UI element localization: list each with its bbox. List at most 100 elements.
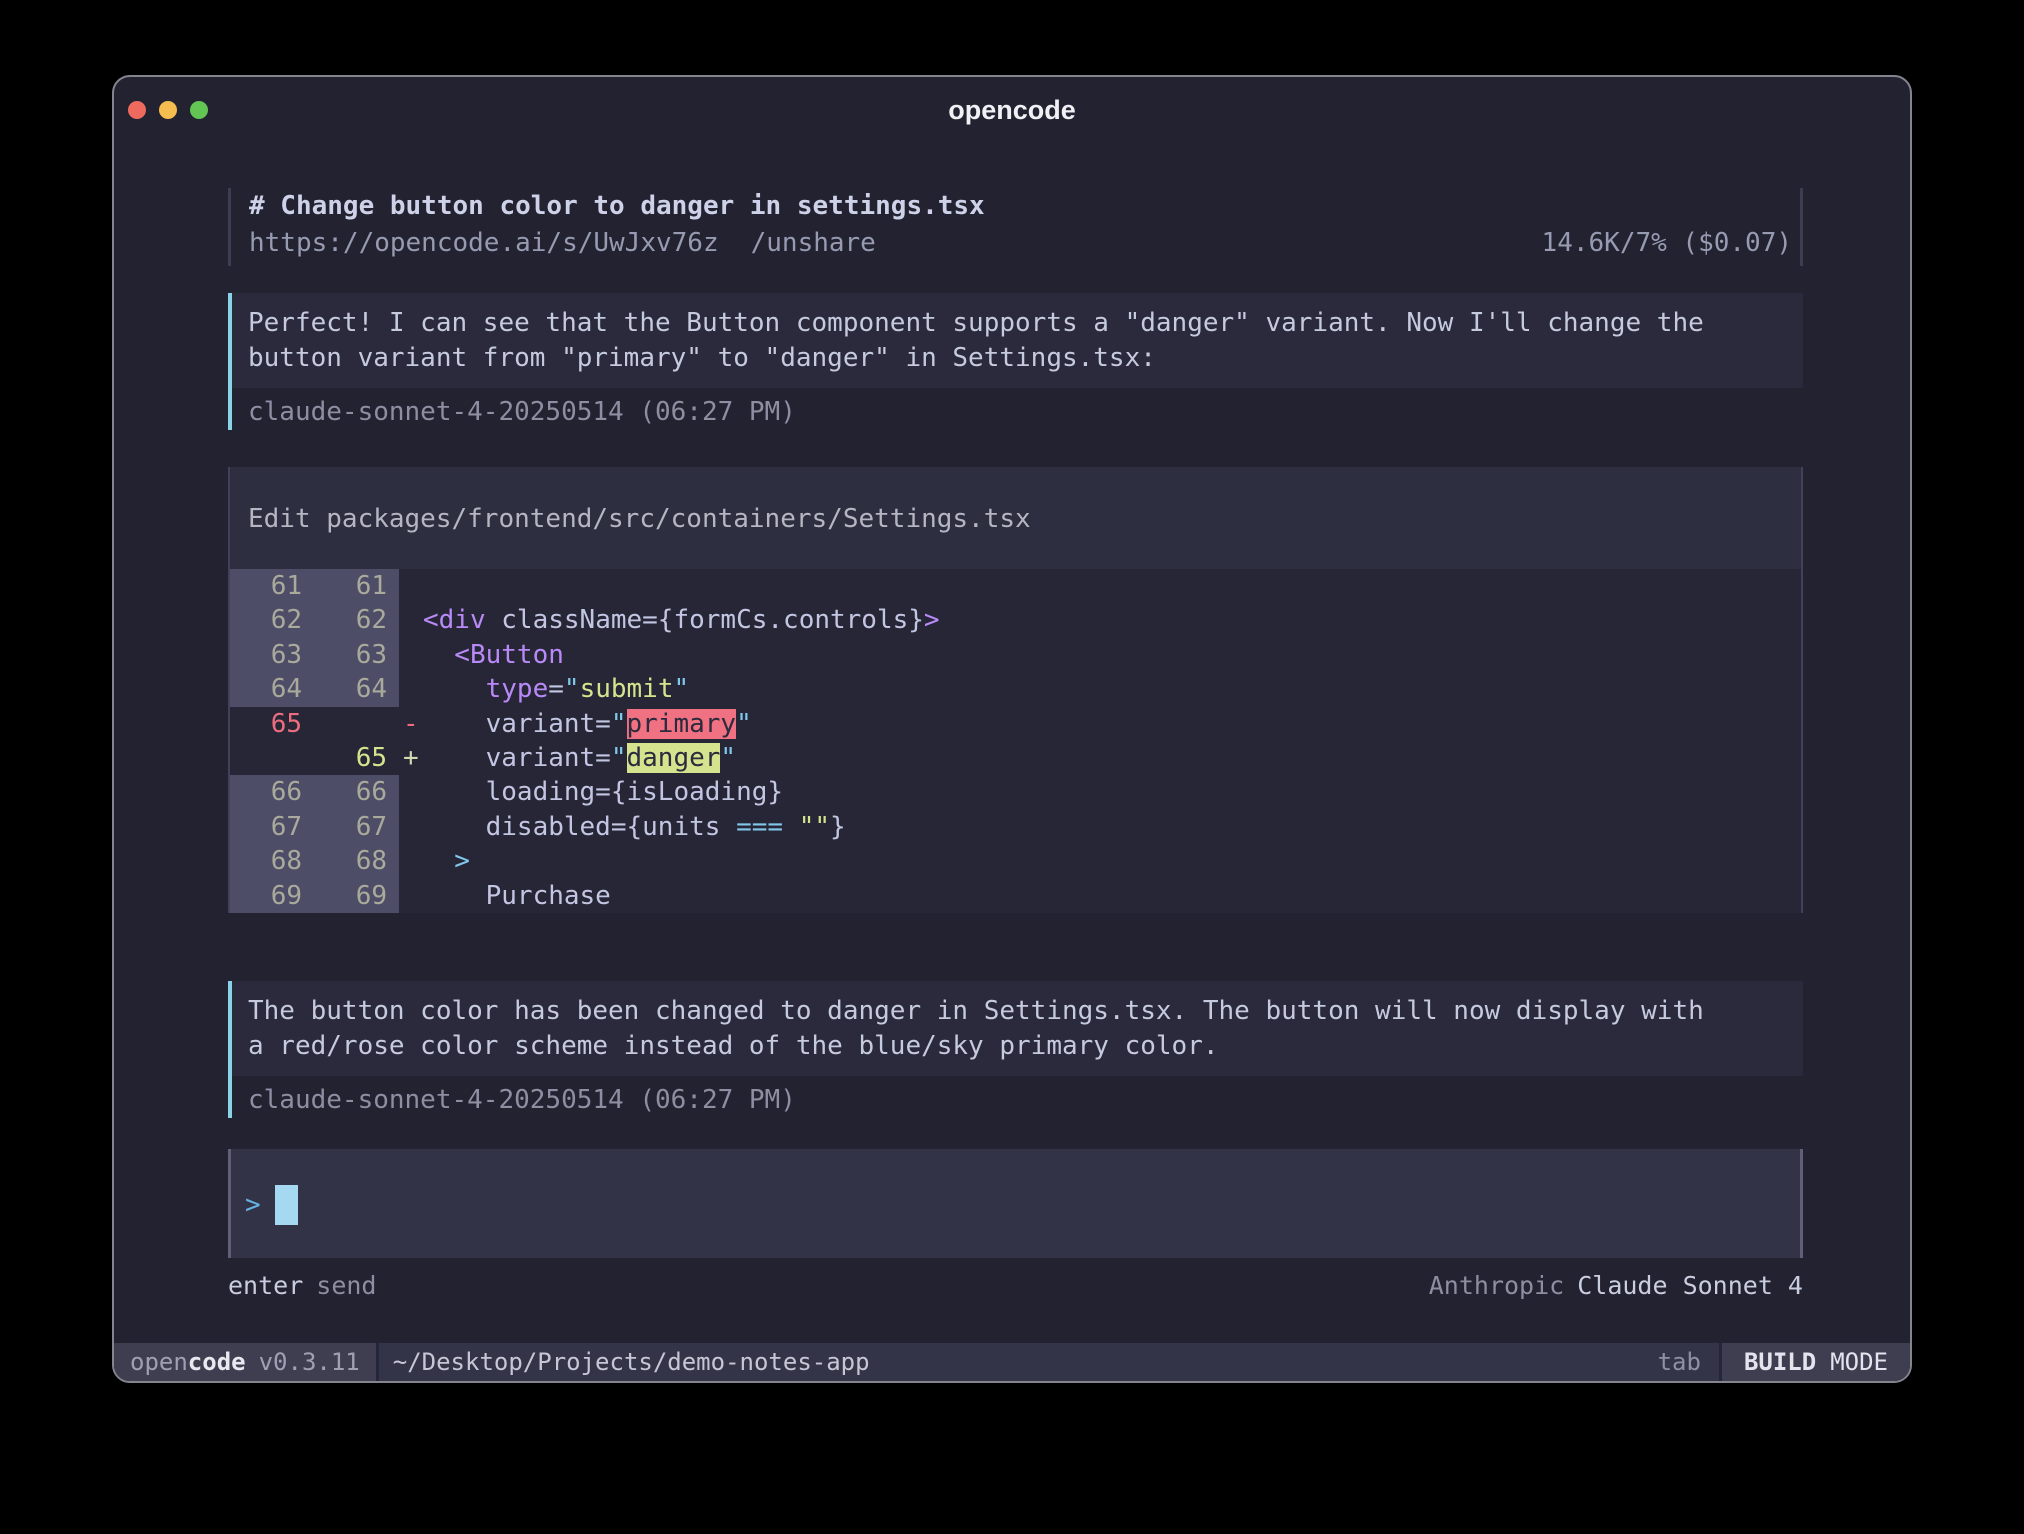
screen: opencode # Change button color to danger…	[0, 0, 2024, 1534]
app-version: v0.3.11	[259, 1348, 360, 1376]
model-timestamp: claude-sonnet-4-20250514 (06:27 PM)	[232, 395, 1803, 430]
model-timestamp: claude-sonnet-4-20250514 (06:27 PM)	[232, 1083, 1803, 1118]
diff-view: 61616262<div className={formCs.controls}…	[230, 569, 1801, 913]
assistant-message-body: The button color has been changed to dan…	[232, 981, 1803, 1076]
provider-label: Anthropic	[1429, 1268, 1564, 1303]
share-url-link[interactable]: https://opencode.ai/s/UwJxv76z	[249, 225, 719, 262]
diff-code-line: - variant="primary"	[399, 707, 1801, 741]
code-segment: variant=	[423, 709, 611, 739]
session-subheader: https://opencode.ai/s/UwJxv76z /unshare …	[249, 225, 1800, 262]
diff-row: 65+ variant="danger"	[230, 741, 1801, 775]
tab-key-hint[interactable]: tab	[1658, 1343, 1719, 1381]
message-line: button variant from "primary" to "danger…	[248, 341, 1803, 376]
code-segment: "	[564, 674, 580, 704]
new-line-number: 64	[314, 672, 399, 706]
diff-row: 6161	[230, 569, 1801, 603]
diff-code-line: <div className={formCs.controls}>	[399, 603, 1801, 637]
mode-indicator: BUILD MODE	[1722, 1343, 1910, 1381]
code-segment: =	[548, 674, 564, 704]
code-segment: ===	[736, 812, 783, 842]
new-line-number: 69	[314, 879, 399, 913]
content-column: # Change button color to danger in setti…	[114, 188, 1910, 1303]
unshare-command[interactable]: /unshare	[751, 225, 876, 262]
token-cost-stats: 14.6K/7% ($0.07)	[1542, 225, 1800, 262]
edit-tool-title: Edit packages/frontend/src/containers/Se…	[230, 501, 1801, 537]
old-line-number: 65	[230, 707, 314, 741]
diff-code-line: Purchase	[399, 879, 1801, 913]
diff-row: 6868 >	[230, 844, 1801, 878]
diff-row: 6969 Purchase	[230, 879, 1801, 913]
opencode-window: opencode # Change button color to danger…	[112, 75, 1912, 1383]
code-segment	[783, 812, 799, 842]
session-title: # Change button color to danger in setti…	[249, 188, 1800, 225]
old-line-number: 69	[230, 879, 314, 913]
code-segment: submit	[580, 674, 674, 704]
old-line-number: 62	[230, 603, 314, 637]
new-line-number: 62	[314, 603, 399, 637]
code-segment: className={formCs.controls}	[486, 605, 924, 635]
prompt-symbol: >	[245, 1185, 261, 1225]
diff-code-line: type="submit"	[399, 672, 1801, 706]
code-segment: variant=	[423, 743, 611, 773]
diff-row: 6363 <Button	[230, 638, 1801, 672]
new-line-number: 65	[314, 741, 399, 775]
new-line-number: 61	[314, 569, 399, 603]
old-line-number	[230, 741, 314, 775]
hint-bar: enter send Anthropic Claude Sonnet 4	[228, 1268, 1803, 1303]
prompt-input[interactable]: >	[228, 1149, 1803, 1258]
zoom-button[interactable]	[190, 101, 208, 119]
old-line-number: 66	[230, 775, 314, 809]
mode-name: BUILD	[1744, 1348, 1816, 1376]
diff-marker: -	[403, 707, 423, 741]
code-segment: >	[924, 605, 940, 635]
app-version-chip: opencode v0.3.11	[114, 1343, 376, 1381]
model-label: Claude Sonnet 4	[1577, 1268, 1803, 1303]
code-segment: loading={isLoading}	[423, 777, 783, 807]
diff-code-line: loading={isLoading}	[399, 775, 1801, 809]
old-line-number: 64	[230, 672, 314, 706]
diff-row: 6767 disabled={units === ""}	[230, 810, 1801, 844]
diff-code-line: >	[399, 844, 1801, 878]
code-segment: "	[720, 743, 736, 773]
assistant-message: The button color has been changed to dan…	[228, 981, 1803, 1118]
old-line-number: 68	[230, 844, 314, 878]
app-name-bold: code	[188, 1348, 246, 1376]
close-button[interactable]	[128, 101, 146, 119]
code-segment: Purchase	[423, 881, 611, 911]
diff-code-line: <Button	[399, 638, 1801, 672]
code-segment: }	[830, 812, 846, 842]
edit-tool-block: Edit packages/frontend/src/containers/Se…	[228, 467, 1803, 913]
new-line-number: 67	[314, 810, 399, 844]
old-line-number: 61	[230, 569, 314, 603]
diff-row: 6464 type="submit"	[230, 672, 1801, 706]
diff-code-line: disabled={units === ""}	[399, 810, 1801, 844]
assistant-message: Perfect! I can see that the Button compo…	[228, 293, 1803, 430]
code-segment: type	[486, 674, 549, 704]
code-segment: >	[423, 846, 470, 876]
app-name-normal: open	[130, 1348, 188, 1376]
code-segment: primary	[627, 709, 737, 739]
title-bar: opencode	[114, 77, 1910, 143]
message-line: The button color has been changed to dan…	[248, 994, 1803, 1029]
code-segment: ""	[799, 812, 830, 842]
message-line: a red/rose color scheme instead of the b…	[248, 1029, 1803, 1064]
working-directory: ~/Desktop/Projects/demo-notes-app	[379, 1343, 870, 1381]
code-segment: <div	[423, 605, 486, 635]
new-line-number: 68	[314, 844, 399, 878]
old-line-number: 67	[230, 810, 314, 844]
diff-row: 6262<div className={formCs.controls}>	[230, 603, 1801, 637]
text-cursor	[275, 1185, 298, 1225]
traffic-lights	[114, 77, 208, 143]
diff-code-line: + variant="danger"	[399, 741, 1801, 775]
diff-code-line	[399, 569, 1801, 603]
send-action-label: send	[316, 1268, 376, 1303]
code-segment: "	[611, 709, 627, 739]
code-segment	[423, 674, 486, 704]
diff-marker: +	[403, 741, 423, 775]
code-segment: "	[611, 743, 627, 773]
new-line-number: 66	[314, 775, 399, 809]
minimize-button[interactable]	[159, 101, 177, 119]
code-segment: "	[736, 709, 752, 739]
code-segment: disabled={units	[423, 812, 736, 842]
new-line-number: 63	[314, 638, 399, 672]
